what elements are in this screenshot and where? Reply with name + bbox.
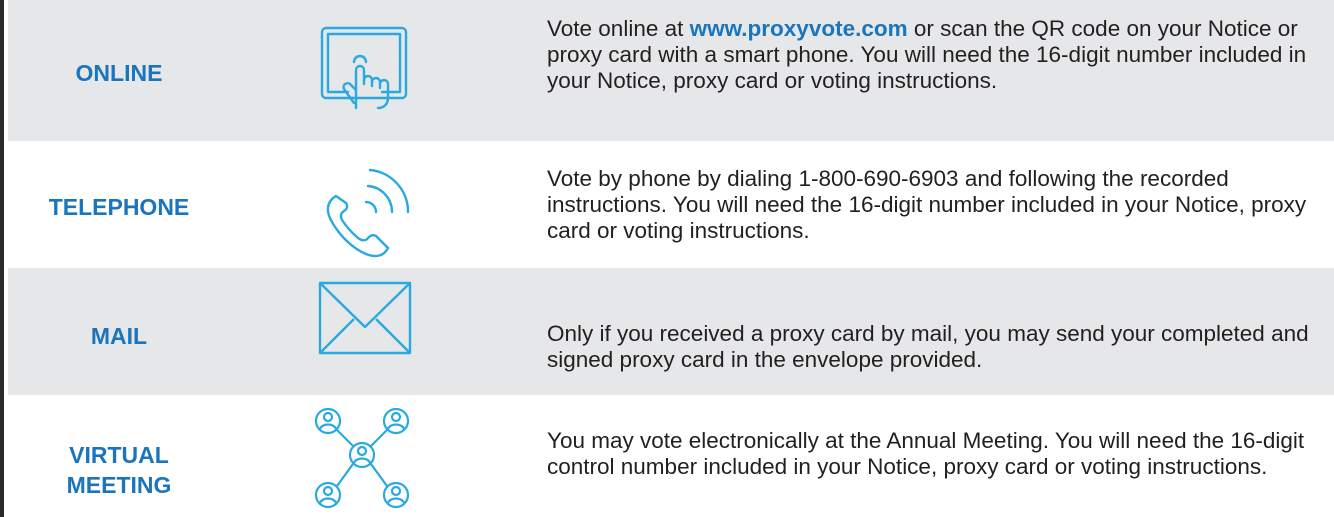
method-label-telephone: TELEPHONE (48, 194, 190, 220)
method-label-mail: MAIL (90, 323, 148, 349)
method-label-line2: MEETING (66, 472, 172, 498)
touchscreen-tap-icon (308, 22, 418, 112)
voting-method-row-online: ONLINE Vote online at www.proxyvote.com … (8, 12, 1334, 141)
table-top-strip (8, 0, 1334, 12)
voting-methods-table: ONLINE Vote online at www.proxyvote.com … (0, 0, 1334, 517)
method-description-mail: Only if you received a proxy card by mai… (547, 321, 1309, 372)
method-label-line1: VIRTUAL (69, 442, 169, 468)
method-description-online: Vote online at www.proxyvote.com or scan… (547, 16, 1334, 94)
method-label-online: ONLINE (75, 60, 163, 86)
method-description-virtual-meeting: You may vote electronically at the Annua… (547, 428, 1305, 479)
voting-method-row-virtual-meeting: VIRTUAL MEETING You may vote electronica… (8, 395, 1334, 517)
voting-method-row-mail: MAIL Only if you received a proxy card b… (8, 268, 1334, 395)
people-network-icon (308, 407, 418, 517)
proxyvote-link[interactable]: www.proxyvote.com (690, 16, 908, 41)
method-label-virtual-meeting: VIRTUAL MEETING (8, 440, 230, 500)
method-description-telephone: Vote by phone by dialing 1-800-690-6903 … (547, 166, 1307, 243)
phone-icon (308, 146, 418, 261)
description-text-start: Vote online at (547, 16, 690, 41)
envelope-icon (308, 275, 418, 385)
voting-method-row-telephone: TELEPHONE Vote by phone by dialing 1-800… (8, 141, 1334, 268)
